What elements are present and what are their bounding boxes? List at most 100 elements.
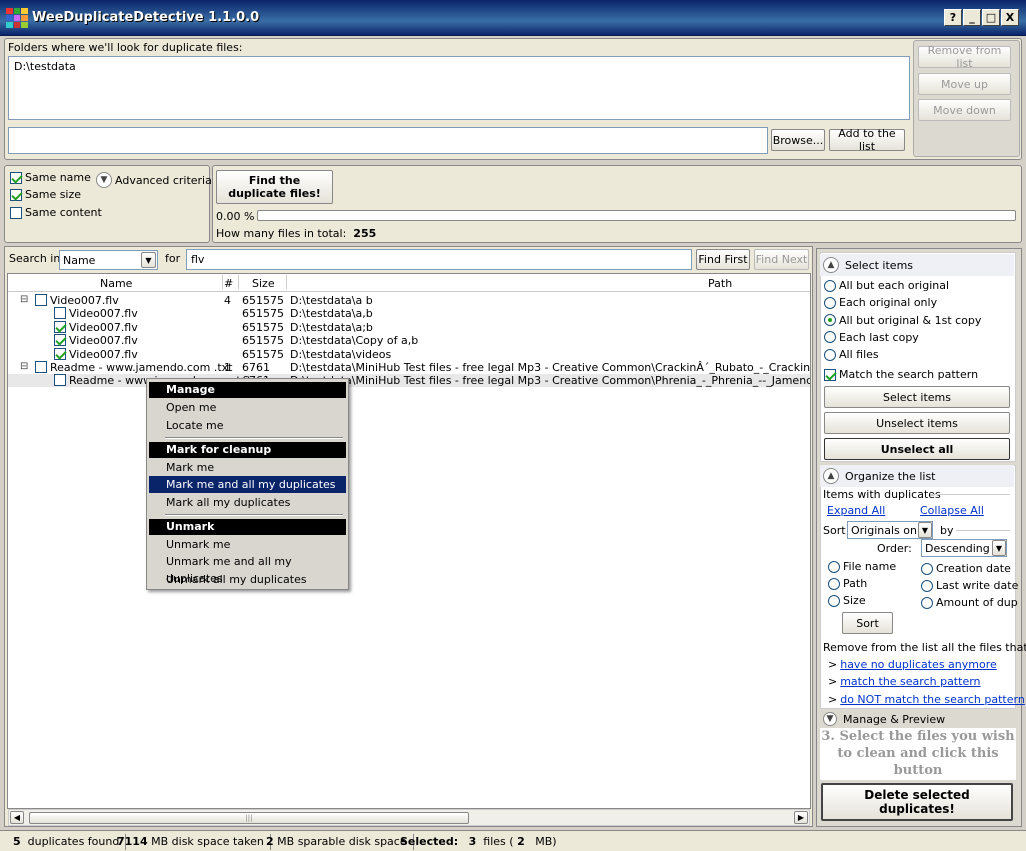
chevron-down-icon[interactable]: ▼ (918, 522, 932, 538)
menu-item-unmark-me-and-all[interactable]: Unmark me and all my duplicates (149, 553, 346, 585)
delete-duplicates-button[interactable]: Delete selected duplicates! (821, 783, 1013, 821)
folder-path-input[interactable] (8, 127, 768, 154)
same-content-option[interactable]: Same content (10, 206, 102, 219)
select-items-header[interactable]: ▲ Select items (820, 254, 1014, 276)
sort-field-option[interactable]: File name (828, 560, 896, 573)
expand-collapse-icon[interactable]: ⊟ (20, 294, 28, 305)
select-option-radio[interactable] (824, 331, 836, 344)
chevron-up-icon[interactable]: ▲ (823, 468, 839, 484)
find-first-button[interactable]: Find First (696, 249, 750, 270)
row-checkbox[interactable] (54, 320, 66, 333)
menu-item-locate-me[interactable]: Locate me (149, 417, 346, 434)
remove-not-match-row[interactable]: > do NOT match the search pattern (828, 693, 1025, 706)
remove-no-duplicates-link[interactable]: have no duplicates anymore (840, 658, 997, 671)
table-row[interactable]: Video007.flv 651575 D:\testdata\videos (8, 347, 810, 361)
table-row[interactable]: Readme - www.jamendo.com .txt6761D:\test… (8, 374, 810, 388)
duplicates-grid[interactable]: Name # Size Path ⊟ Video007.flv 4 651575 D:\… (7, 273, 811, 809)
column-header-name[interactable]: Name (100, 277, 132, 290)
same-size-option[interactable]: Same size (10, 188, 81, 201)
expand-collapse-icon[interactable]: ⊟ (20, 361, 28, 372)
sort-field-option[interactable]: Size (828, 594, 866, 607)
search-field-select[interactable]: Name ▼ (59, 250, 158, 270)
select-option-radio[interactable] (824, 279, 836, 292)
same-content-checkbox[interactable] (10, 206, 22, 219)
table-row[interactable]: Video007.flv 651575 D:\testdata\a;b (8, 320, 810, 334)
order-select[interactable]: Descending (z ▼ (921, 539, 1007, 557)
horizontal-scrollbar[interactable]: ◀ ||| ▶ (8, 809, 810, 826)
browse-button[interactable]: Browse... (771, 129, 825, 151)
row-checkbox[interactable] (54, 374, 66, 387)
select-option[interactable]: All but each original (824, 279, 949, 292)
advanced-criteria-toggle[interactable]: ▼ Advanced criteria (96, 172, 212, 188)
select-option-radio[interactable] (824, 314, 836, 327)
select-option-radio[interactable] (824, 296, 836, 309)
row-checkbox[interactable] (54, 307, 66, 320)
sort-field-radio[interactable] (828, 577, 840, 590)
row-checkbox[interactable] (54, 347, 66, 360)
sort-field-radio[interactable] (828, 560, 840, 573)
sort-field-option[interactable]: Last write date (921, 579, 1018, 592)
sort-field-option[interactable]: Amount of dup (921, 596, 1018, 609)
row-checkbox[interactable] (54, 334, 66, 347)
same-size-checkbox[interactable] (10, 188, 22, 201)
sort-button[interactable]: Sort (842, 612, 893, 634)
move-down-button[interactable]: Move down (918, 99, 1011, 121)
find-next-button[interactable]: Find Next (754, 249, 809, 270)
table-row[interactable]: ⊟ Video007.flv 4 651575 D:\testdata\a b (8, 294, 810, 307)
menu-item-unmark-all[interactable]: Unmark all my duplicates (149, 571, 346, 588)
organize-header[interactable]: ▲ Organize the list (820, 465, 1014, 487)
help-button[interactable]: ? (944, 9, 962, 26)
same-name-option[interactable]: Same name (10, 171, 91, 184)
scroll-left-icon[interactable]: ◀ (10, 811, 24, 824)
select-option[interactable]: Each last copy (824, 331, 919, 344)
chevron-up-icon[interactable]: ▲ (823, 257, 839, 273)
close-button[interactable]: X (1001, 9, 1019, 26)
chevron-down-icon[interactable]: ▼ (823, 712, 837, 726)
table-row[interactable]: ⊟ Readme - www.jamendo.com .txt 1 6761 D:\te… (8, 361, 810, 374)
chevron-down-icon[interactable]: ▼ (992, 540, 1006, 556)
sort-mode-select[interactable]: Originals only ▼ (847, 521, 933, 539)
select-option[interactable]: All files (824, 348, 879, 361)
select-option-radio[interactable] (824, 348, 836, 361)
move-up-button[interactable]: Move up (918, 73, 1011, 95)
menu-item-open-me[interactable]: Open me (149, 399, 346, 416)
row-checkbox[interactable] (35, 294, 47, 306)
collapse-all-link[interactable]: Collapse All (920, 504, 984, 517)
menu-item-mark-all[interactable]: Mark all my duplicates (149, 494, 346, 511)
minimize-button[interactable]: _ (963, 9, 981, 26)
same-name-checkbox[interactable] (10, 171, 22, 184)
table-row[interactable]: Video007.flv 651575 D:\testdata\Copy of a,… (8, 334, 810, 347)
sort-field-radio[interactable] (921, 579, 933, 592)
folder-item[interactable]: D:\testdata (14, 60, 76, 73)
folders-list[interactable]: D:\testdata (8, 56, 910, 120)
sort-field-radio[interactable] (921, 562, 933, 575)
match-pattern-option[interactable]: Match the search pattern (824, 368, 978, 381)
unselect-items-button[interactable]: Unselect items (824, 412, 1010, 434)
remove-from-list-button[interactable]: Remove from list (918, 44, 1011, 70)
find-duplicates-button[interactable]: Find the duplicate files! (216, 170, 333, 204)
column-header-path[interactable]: Path (708, 277, 732, 290)
column-header-size[interactable]: Size (252, 277, 275, 290)
scroll-thumb[interactable]: ||| (29, 812, 469, 824)
manage-preview-header[interactable]: ▼ Manage & Preview (820, 710, 1014, 728)
chevron-down-icon[interactable]: ▼ (96, 172, 112, 188)
remove-match-pattern-row[interactable]: > match the search pattern (828, 675, 981, 688)
row-checkbox[interactable] (35, 361, 47, 373)
chevron-down-icon[interactable]: ▼ (141, 252, 156, 268)
scroll-right-icon[interactable]: ▶ (794, 811, 808, 824)
unselect-all-button[interactable]: Unselect all (824, 438, 1010, 460)
select-items-button[interactable]: Select items (824, 386, 1010, 408)
menu-item-mark-me[interactable]: Mark me (149, 459, 346, 476)
match-pattern-checkbox[interactable] (824, 368, 836, 381)
select-option[interactable]: Each original only (824, 296, 937, 309)
remove-no-duplicates-row[interactable]: > have no duplicates anymore (828, 658, 997, 671)
maximize-button[interactable]: □ (982, 9, 1000, 26)
sort-field-radio[interactable] (828, 594, 840, 607)
sort-field-option[interactable]: Creation date (921, 562, 1011, 575)
expand-all-link[interactable]: Expand All (827, 504, 885, 517)
sort-field-option[interactable]: Path (828, 577, 867, 590)
table-row[interactable]: Video007.flv 651575 D:\testdata\a,b (8, 307, 810, 320)
add-to-list-button[interactable]: Add to the list (829, 127, 905, 153)
remove-match-pattern-link[interactable]: match the search pattern (840, 675, 980, 688)
select-option[interactable]: All but original & 1st copy (824, 314, 981, 327)
